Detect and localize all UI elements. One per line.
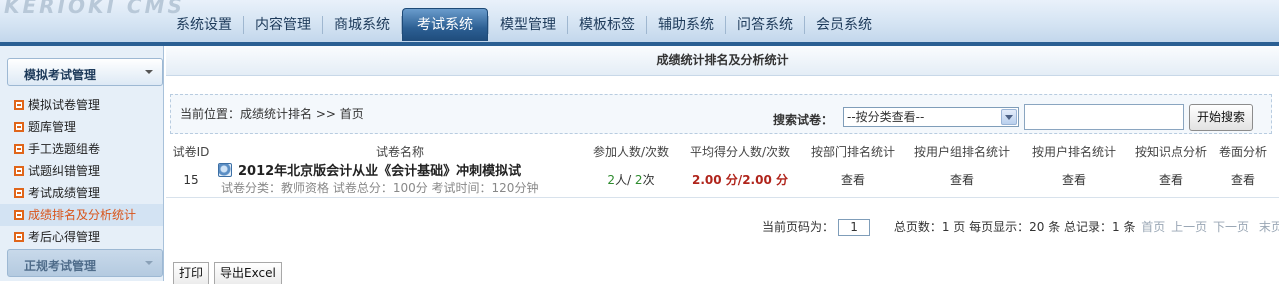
nav-tab[interactable]: 问答系统 xyxy=(726,9,804,41)
sidebar-item[interactable]: 考后心得管理 xyxy=(0,226,163,248)
exam-id: 15 xyxy=(183,173,199,187)
document-icon xyxy=(218,163,232,177)
view-dept-rank-link[interactable]: 查看 xyxy=(802,162,904,198)
sidebar-item-label: 成绩排名及分析统计 xyxy=(28,208,137,222)
col-header-user-rank: 按用户排名统计 xyxy=(1031,145,1116,159)
sidebar-item-label: 题库管理 xyxy=(28,120,77,134)
sidebar-item[interactable]: 手工选题组卷 xyxy=(0,138,163,160)
prev-page-link[interactable]: 上一页 xyxy=(1171,220,1207,234)
sidebar-item-label: 试题纠错管理 xyxy=(28,164,101,178)
sidebar-item[interactable]: 考试成绩管理 xyxy=(0,182,163,204)
col-header-participants: 参加人数/次数 xyxy=(592,145,670,159)
sidebar-section-mock-exam[interactable]: 模拟考试管理 xyxy=(7,58,163,86)
nav-tab[interactable]: 系统设置 xyxy=(165,9,243,41)
col-header-group-rank: 按用户组排名统计 xyxy=(913,145,1010,159)
chevron-down-icon xyxy=(145,70,153,74)
nav-tab[interactable]: 商城系统 xyxy=(323,9,401,41)
logo: KERIOKI CMS xyxy=(4,0,185,18)
search-label: 搜索试卷： xyxy=(773,113,834,127)
page-title: 成绩统计排名及分析统计 xyxy=(166,46,1279,76)
main-content: 成绩统计排名及分析统计 当前位置：成绩统计排名 >> 首页 搜索试卷： --按分… xyxy=(166,46,1279,284)
col-header-knowledge: 按知识点分析 xyxy=(1134,145,1207,159)
sidebar-item-label: 手工选题组卷 xyxy=(28,142,101,156)
sidebar-item-label: 模拟试卷管理 xyxy=(28,98,101,112)
main-nav: 系统设置 内容管理 商城系统 考试系统 模型管理 模板标签 辅助系统 问答系统 会员系统 xyxy=(165,8,883,41)
sidebar-item[interactable]: 模拟试卷管理 xyxy=(0,94,163,116)
first-page-link[interactable]: 首页 xyxy=(1141,220,1165,234)
sidebar-menu: 模拟试卷管理 题库管理手工选题组卷 试题纠错管理 考试成绩管理成绩排名及分析统计 考后心… xyxy=(0,94,163,248)
breadcrumb: 当前位置：成绩统计排名 >> 首页 xyxy=(180,107,364,121)
col-header-average: 平均得分人数/次数 xyxy=(689,145,791,159)
average-score: 2.00 分/2.00 分 xyxy=(692,173,788,187)
nav-tab[interactable]: 考试系统 xyxy=(402,8,488,41)
col-header-name: 试卷名称 xyxy=(375,145,424,159)
exam-stats-table: 试卷ID 试卷名称 参加人数/次数 平均得分人数/次数 按部门排名统计 按用户组… xyxy=(166,143,1279,198)
page-summary: 总页数：1 页 每页显示：20 条 总记录：1 条 xyxy=(893,220,1136,234)
sidebar-item-label: 考试成绩管理 xyxy=(28,186,101,200)
nav-tab[interactable]: 会员系统 xyxy=(805,9,883,41)
top-navigation-bar: KERIOKI CMS 系统设置 内容管理 商城系统 考试系统 模型管理 模板标签 辅助系统… xyxy=(0,0,1279,46)
sidebar-section-label: 模拟考试管理 xyxy=(24,68,97,82)
sidebar: 模拟考试管理 模拟试卷管理 题库管理手工选题组卷 试题纠错管理 考试成绩管理成绩排名及… xyxy=(0,46,164,281)
table-row: 15 2012年北京版会计从业《会计基础》冲刺模拟试 试卷分类：教师资格 试卷总… xyxy=(166,162,1279,198)
participants-count: 2人/ 2次 xyxy=(607,173,655,187)
view-paper-analysis-link[interactable]: 查看 xyxy=(1214,162,1272,198)
nav-tab[interactable]: 模型管理 xyxy=(489,9,567,41)
table-header: 试卷ID 试卷名称 参加人数/次数 平均得分人数/次数 按部门排名统计 按用户组… xyxy=(166,143,1279,161)
bullet-icon xyxy=(14,210,24,220)
current-page-label: 当前页码为： xyxy=(762,220,835,234)
sidebar-item[interactable]: 成绩排名及分析统计 xyxy=(0,204,163,226)
chevron-down-icon xyxy=(145,261,153,265)
bullet-icon xyxy=(14,188,24,198)
sidebar-item-label: 考后心得管理 xyxy=(28,230,101,244)
col-header-id: 试卷ID xyxy=(172,145,210,159)
bullet-icon xyxy=(14,166,24,176)
exam-meta: 试卷分类：教师资格 试卷总分：100分 考试时间：120分钟 xyxy=(221,181,539,195)
search-panel: 当前位置：成绩统计排名 >> 首页 搜索试卷： --按分类查看-- 开始搜索 xyxy=(170,94,1272,134)
page-number-input[interactable]: 1 xyxy=(838,219,871,236)
sidebar-item[interactable]: 题库管理 xyxy=(0,116,163,138)
next-page-link[interactable]: 下一页 xyxy=(1213,220,1249,234)
bullet-icon xyxy=(14,122,24,132)
view-group-rank-link[interactable]: 查看 xyxy=(904,162,1020,198)
sidebar-item[interactable]: 试题纠错管理 xyxy=(0,160,163,182)
view-user-rank-link[interactable]: 查看 xyxy=(1020,162,1128,198)
col-header-dept-rank: 按部门排名统计 xyxy=(810,145,895,159)
last-page-link[interactable]: 末页 xyxy=(1259,220,1279,234)
search-button[interactable]: 开始搜索 xyxy=(1189,104,1253,131)
category-select[interactable]: --按分类查看-- xyxy=(843,107,1019,127)
exam-title-link[interactable]: 2012年北京版会计从业《会计基础》冲刺模拟试 xyxy=(238,164,521,179)
nav-tab[interactable]: 模板标签 xyxy=(568,9,646,41)
sidebar-section-formal-exam[interactable]: 正规考试管理 xyxy=(7,249,163,277)
bullet-icon xyxy=(14,100,24,110)
sidebar-section-label: 正规考试管理 xyxy=(24,259,97,273)
nav-tab[interactable]: 辅助系统 xyxy=(647,9,725,41)
bullet-icon xyxy=(14,232,24,242)
nav-tab[interactable]: 内容管理 xyxy=(244,9,322,41)
search-input[interactable] xyxy=(1024,104,1184,130)
pagination: 当前页码为： 1 总页数：1 页 每页显示：20 条 总记录：1 条 首页 上一页… xyxy=(762,218,1279,236)
exam-name-cell: 2012年北京版会计从业《会计基础》冲刺模拟试 试卷分类：教师资格 试卷总分：1… xyxy=(218,163,578,196)
bullet-icon xyxy=(14,144,24,154)
view-knowledge-link[interactable]: 查看 xyxy=(1128,162,1214,198)
col-header-paper-analysis: 卷面分析 xyxy=(1218,145,1267,159)
category-select-value: --按分类查看-- xyxy=(847,110,925,124)
dropdown-arrow-icon xyxy=(1001,109,1017,125)
